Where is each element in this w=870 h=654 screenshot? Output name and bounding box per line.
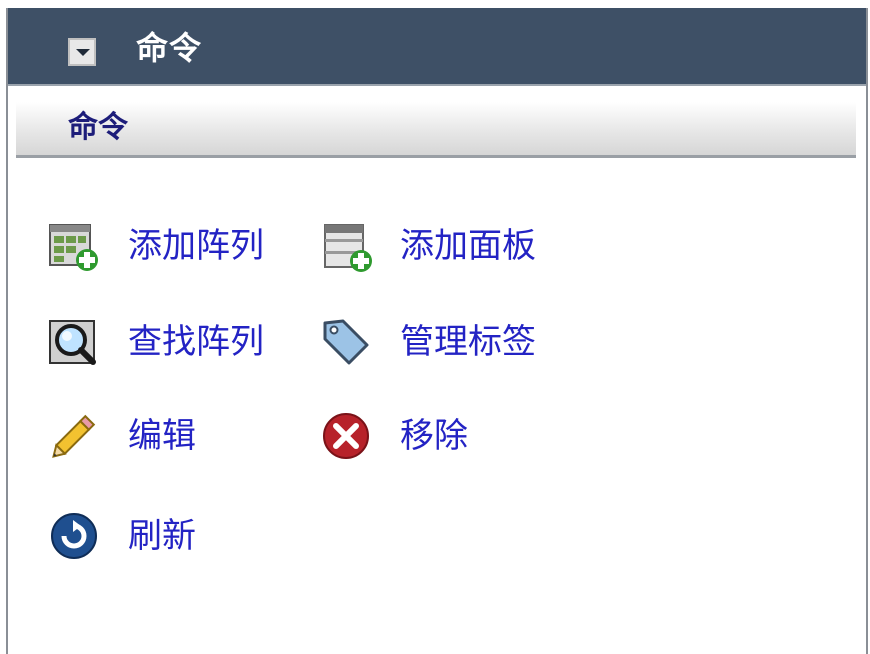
add-array-command[interactable]: 添加阵列 <box>44 216 264 276</box>
panel-header: 命令 <box>8 8 866 86</box>
commands-panel: 命令 命令 添加阵列 添加面板 查找阵列 管理标签 编辑 移除 刷新 <box>6 8 868 654</box>
refresh-label: 刷新 <box>128 516 196 556</box>
find-array-command[interactable]: 查找阵列 <box>44 312 264 372</box>
panel-title: 命令 <box>136 29 203 67</box>
remove-icon <box>316 406 376 466</box>
edit-command[interactable]: 编辑 <box>44 406 196 466</box>
section-title: 命令 <box>68 110 128 145</box>
add-panel-icon <box>316 216 376 276</box>
manage-tags-command[interactable]: 管理标签 <box>316 312 536 372</box>
refresh-command[interactable]: 刷新 <box>44 506 196 566</box>
pencil-icon <box>44 406 104 466</box>
tag-icon <box>316 312 376 372</box>
chevron-down-icon[interactable] <box>68 38 96 66</box>
remove-command[interactable]: 移除 <box>316 406 468 466</box>
add-array-label: 添加阵列 <box>128 226 264 266</box>
find-array-icon <box>44 312 104 372</box>
remove-label: 移除 <box>400 416 468 456</box>
add-panel-command[interactable]: 添加面板 <box>316 216 536 276</box>
refresh-icon <box>44 506 104 566</box>
edit-label: 编辑 <box>128 416 196 456</box>
add-panel-label: 添加面板 <box>400 226 536 266</box>
section-header: 命令 <box>16 102 856 158</box>
add-array-icon <box>44 216 104 276</box>
manage-tags-label: 管理标签 <box>400 322 536 362</box>
find-array-label: 查找阵列 <box>128 322 264 362</box>
